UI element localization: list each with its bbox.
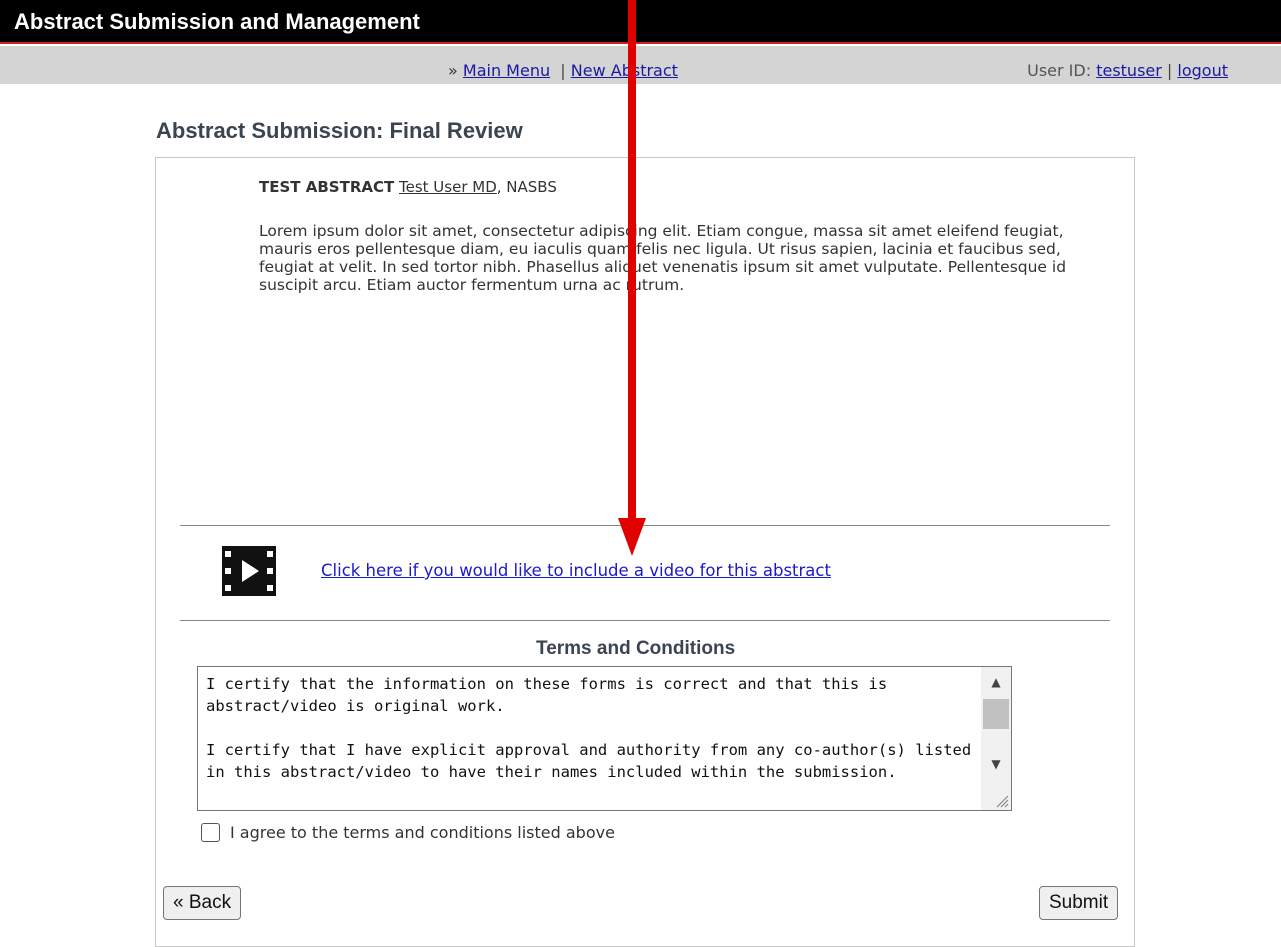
agree-row: I agree to the terms and conditions list… xyxy=(201,823,615,842)
terms-scrollbar[interactable]: ▲ ▼ xyxy=(981,667,1011,810)
user-id-link[interactable]: testuser xyxy=(1096,61,1162,80)
back-button[interactable]: « Back xyxy=(163,886,242,920)
include-video-link[interactable]: Click here if you would like to include … xyxy=(321,561,831,580)
nav-prefix: » xyxy=(448,61,458,80)
nav-separator-2: | xyxy=(1166,61,1173,80)
resize-grip-icon[interactable] xyxy=(995,794,1009,808)
agree-label[interactable]: I agree to the terms and conditions list… xyxy=(230,823,615,842)
logout-link[interactable]: logout xyxy=(1177,61,1228,80)
user-id-label: User ID: xyxy=(1027,61,1092,80)
abstract-title: TEST ABSTRACT xyxy=(259,178,395,196)
scroll-down-icon[interactable]: ▼ xyxy=(981,753,1011,775)
page-title: Abstract Submission: Final Review xyxy=(156,118,523,143)
abstract-affiliation: , NASBS xyxy=(496,178,557,196)
terms-textarea[interactable]: I certify that the information on these … xyxy=(197,666,1012,811)
terms-heading: Terms and Conditions xyxy=(536,638,736,659)
nav-right: User ID: testuser | logout xyxy=(1027,61,1228,80)
main-menu-link[interactable]: Main Menu xyxy=(463,61,550,80)
abstract-author-link[interactable]: Test User MD xyxy=(399,178,497,196)
annotation-arrow-icon xyxy=(618,0,646,556)
abstract-heading: TEST ABSTRACT Test User MD, NASBS xyxy=(259,178,557,196)
video-icon xyxy=(222,546,276,596)
agree-checkbox[interactable] xyxy=(201,823,220,842)
scroll-up-icon[interactable]: ▲ xyxy=(981,671,1011,693)
abstract-body: Lorem ipsum dolor sit amet, consectetur … xyxy=(259,222,1067,294)
divider-bottom xyxy=(180,620,1110,621)
app-title: Abstract Submission and Management xyxy=(14,9,420,34)
submit-button[interactable]: Submit xyxy=(1039,886,1119,920)
scroll-thumb[interactable] xyxy=(983,699,1009,729)
terms-text: I certify that the information on these … xyxy=(206,675,972,781)
nav-separator: | xyxy=(560,61,566,80)
